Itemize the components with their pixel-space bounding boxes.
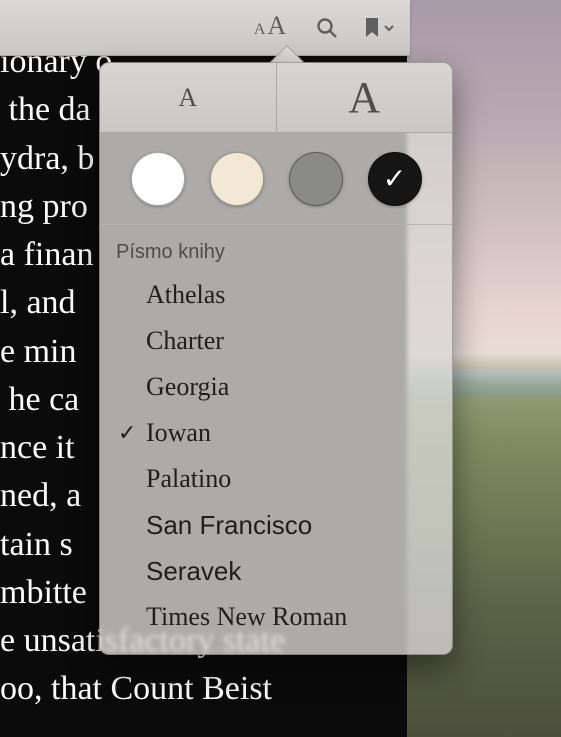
- appearance-popover: A A ✓ Písmo knihy AthelasCharterGeorgia✓…: [99, 62, 453, 655]
- increase-font-size-button[interactable]: A: [276, 63, 453, 132]
- theme-swatch-sepia[interactable]: [210, 152, 264, 206]
- theme-swatch-black[interactable]: ✓: [368, 152, 422, 206]
- font-item-athelas[interactable]: Athelas: [100, 272, 452, 318]
- font-size-row: A A: [100, 63, 452, 133]
- font-item-label: Georgia: [146, 372, 229, 402]
- font-section-header: Písmo knihy: [100, 235, 452, 272]
- font-item-label: Palatino: [146, 464, 231, 494]
- theme-swatch-white[interactable]: [131, 152, 185, 206]
- chevron-down-icon: [383, 22, 395, 34]
- bookmark-button[interactable]: [362, 11, 396, 45]
- checkmark-icon: ✓: [118, 420, 146, 446]
- theme-row: ✓: [100, 133, 452, 225]
- font-item-times-new-roman[interactable]: Times New Roman: [100, 594, 452, 640]
- font-item-charter[interactable]: Charter: [100, 318, 452, 364]
- theme-swatch-gray[interactable]: [289, 152, 343, 206]
- checkmark-icon: ✓: [383, 165, 406, 193]
- font-item-seravek[interactable]: Seravek: [100, 548, 452, 594]
- search-icon: [315, 16, 339, 40]
- font-item-label: Times New Roman: [146, 602, 347, 632]
- font-item-san-francisco[interactable]: San Francisco: [100, 502, 452, 548]
- font-section: Písmo knihy AthelasCharterGeorgia✓IowanP…: [100, 225, 452, 654]
- font-item-label: Charter: [146, 326, 224, 356]
- search-button[interactable]: [310, 11, 344, 45]
- font-item-label: Iowan: [146, 418, 211, 448]
- bookmark-icon: [363, 16, 381, 40]
- font-item-palatino[interactable]: Palatino: [100, 456, 452, 502]
- font-item-georgia[interactable]: Georgia: [100, 364, 452, 410]
- appearance-button[interactable]: AA: [248, 11, 292, 45]
- font-item-label: Athelas: [146, 280, 225, 310]
- reader-toolbar: AA: [0, 0, 410, 56]
- decrease-font-size-button[interactable]: A: [100, 63, 276, 132]
- font-item-iowan[interactable]: ✓Iowan: [100, 410, 452, 456]
- big-a-icon: A: [267, 11, 286, 41]
- small-a-icon: A: [254, 21, 266, 39]
- font-item-label: San Francisco: [146, 510, 312, 541]
- font-item-label: Seravek: [146, 556, 241, 587]
